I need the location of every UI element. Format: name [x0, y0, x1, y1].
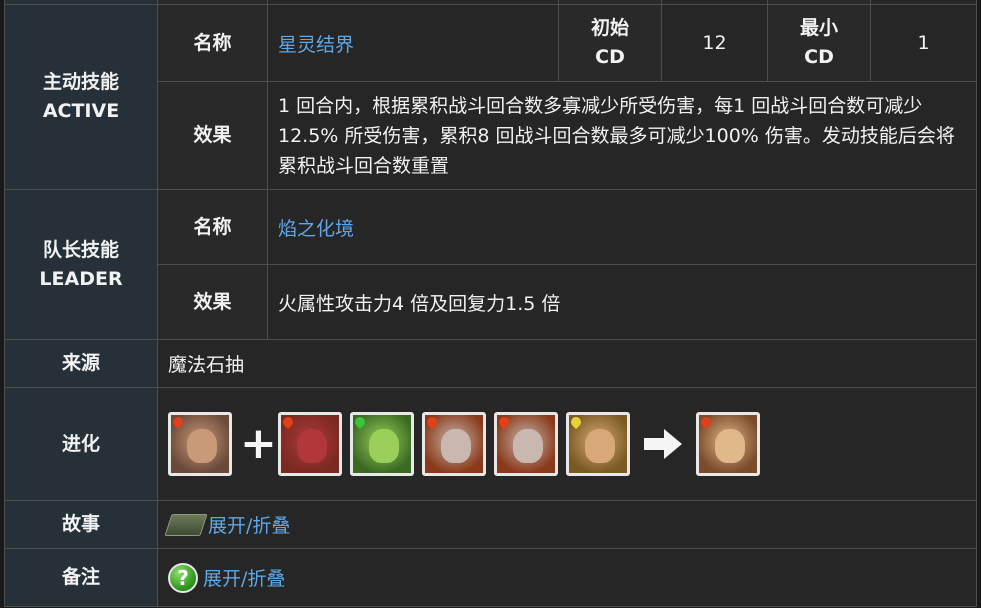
source-label: 来源 — [4, 339, 158, 388]
leader-effect-label: 效果 — [157, 264, 268, 340]
cd-min-header: 最小 CD — [767, 4, 871, 82]
leader-skill-sub-label: LEADER — [39, 267, 123, 290]
leader-skill-label: 队长技能 — [42, 238, 119, 261]
card-portrait — [441, 429, 471, 463]
material-card-1[interactable] — [278, 412, 342, 476]
fire-attribute-icon — [425, 415, 440, 430]
active-skill-name-link[interactable]: 星灵结界 — [278, 34, 354, 56]
card-portrait — [513, 429, 543, 463]
card-portrait — [715, 429, 745, 463]
evolution-label: 进化 — [4, 387, 158, 501]
help-icon: ? — [168, 562, 198, 593]
active-skill-sub-label: ACTIVE — [42, 100, 120, 122]
fire-attribute-icon — [497, 415, 512, 430]
cd-start-label-cd: CD — [595, 46, 625, 68]
active-name-label: 名称 — [157, 4, 268, 82]
base-card[interactable] — [168, 412, 232, 476]
plus-icon: + — [240, 418, 277, 469]
result-card[interactable] — [696, 412, 760, 476]
cd-start-value: 12 — [661, 4, 768, 82]
material-card-3[interactable] — [422, 412, 486, 476]
evolution-chain: + — [168, 410, 966, 478]
cd-start-label: 初始 — [590, 17, 629, 39]
story-toggle-link[interactable]: 展开/折叠 — [208, 511, 290, 538]
arrow-right-icon — [644, 424, 682, 464]
active-effect-label: 效果 — [157, 81, 268, 190]
cd-min-label-cd: CD — [804, 46, 834, 68]
story-label: 故事 — [4, 500, 158, 549]
fire-attribute-icon — [699, 415, 714, 430]
material-card-4[interactable] — [494, 412, 558, 476]
card-portrait — [297, 429, 327, 463]
card-info-table: 主动技能 ACTIVE 名称 星灵结界 初始 CD 12 最小 CD 1 效果 … — [4, 0, 977, 607]
card-portrait — [585, 429, 615, 463]
notes-toggle-link[interactable]: 展开/折叠 — [203, 564, 285, 591]
leader-name-label: 名称 — [157, 189, 268, 265]
material-card-5[interactable] — [566, 412, 630, 476]
leader-skill-name-row: 队长技能 LEADER 名称 焰之化境 — [4, 189, 977, 340]
card-portrait — [187, 429, 217, 463]
fire-attribute-icon — [281, 415, 296, 430]
cd-min-label: 最小 — [799, 17, 838, 39]
active-skill-header: 主动技能 ACTIVE — [4, 4, 158, 190]
active-skill-label: 主动技能 — [42, 71, 119, 93]
notes-label: 备注 — [4, 548, 158, 607]
cd-start-header: 初始 CD — [558, 4, 662, 82]
card-portrait — [369, 429, 399, 463]
book-icon — [164, 513, 208, 536]
cd-min-value: 1 — [870, 4, 977, 82]
story-row: 故事 展开/折叠 — [4, 500, 977, 549]
leader-skill-name-link[interactable]: 焰之化境 — [278, 218, 354, 240]
active-skill-name-row: 主动技能 ACTIVE 名称 星灵结界 初始 CD 12 最小 CD 1 — [4, 4, 977, 190]
light-attribute-icon — [569, 415, 584, 430]
source-value: 魔法石抽 — [157, 339, 977, 388]
fire-attribute-icon — [171, 415, 186, 430]
notes-row: 备注 ? 展开/折叠 — [4, 548, 977, 607]
source-row: 来源 魔法石抽 — [4, 339, 977, 388]
evolution-row: 进化 + — [4, 387, 977, 501]
leader-skill-header: 队长技能 LEADER — [4, 189, 158, 340]
wood-attribute-icon — [353, 415, 368, 430]
leader-effect-text: 火属性攻击力4 倍及回复力1.5 倍 — [267, 264, 977, 340]
active-effect-text: 1 回合内，根据累积战斗回合数多寡减少所受伤害，每1 回战斗回合数可减少12.5… — [267, 81, 977, 190]
material-card-2[interactable] — [350, 412, 414, 476]
card-info-page: 主动技能 ACTIVE 名称 星灵结界 初始 CD 12 最小 CD 1 效果 … — [0, 0, 981, 608]
